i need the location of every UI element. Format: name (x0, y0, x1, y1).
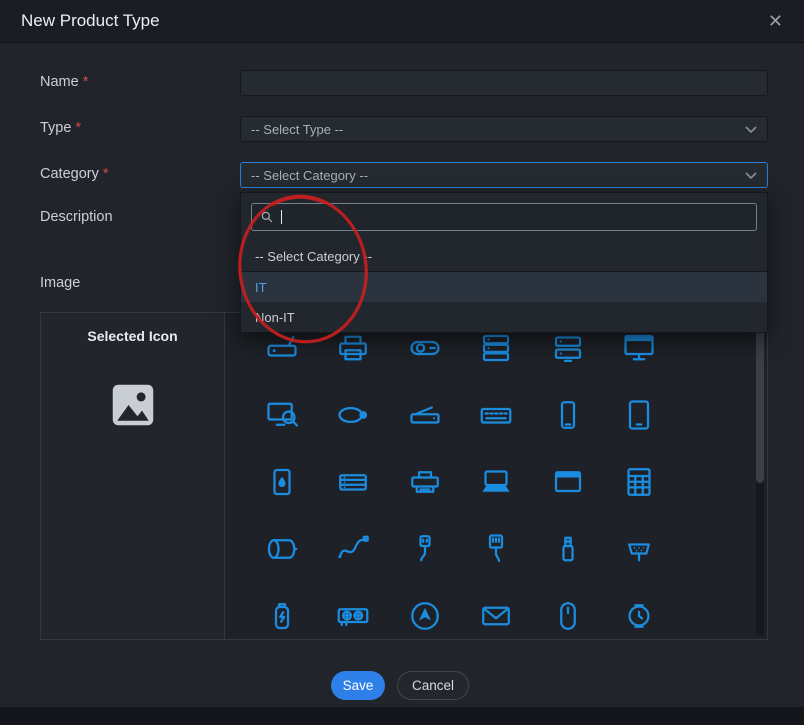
usb-drive-icon[interactable] (547, 528, 589, 570)
chevron-down-icon (745, 171, 757, 179)
cable-icon[interactable] (332, 528, 374, 570)
category-option-it[interactable]: IT (241, 272, 767, 302)
type-select-value: -- Select Type -- (251, 121, 344, 137)
power-bank-icon[interactable] (261, 595, 303, 637)
dialog-header: New Product Type ✕ (0, 0, 804, 43)
rack-server-icon[interactable] (332, 461, 374, 503)
description-field-label: Description (40, 209, 113, 225)
scanner-icon[interactable] (404, 394, 446, 436)
image-icon-picker: Selected Icon (40, 312, 768, 640)
type-select[interactable]: -- Select Type -- (240, 116, 768, 142)
graphics-card-icon[interactable] (332, 595, 374, 637)
required-marker: * (75, 120, 82, 136)
name-input[interactable] (240, 70, 768, 96)
required-marker: * (82, 74, 89, 90)
ethernet-cable-icon[interactable] (475, 528, 517, 570)
monitor-search-icon[interactable] (261, 394, 303, 436)
spreadsheet-icon[interactable] (618, 461, 660, 503)
paper-roll-icon[interactable] (261, 528, 303, 570)
selected-icon-heading: Selected Icon (87, 328, 178, 344)
category-field-label: Category * (40, 166, 109, 182)
scrollbar-thumb[interactable] (756, 318, 764, 483)
smartwatch-icon[interactable] (618, 595, 660, 637)
wireless-mouse-icon[interactable] (332, 394, 374, 436)
dot-matrix-printer-icon[interactable] (404, 461, 446, 503)
usb-cable-icon[interactable] (404, 528, 446, 570)
category-option-non-it[interactable]: Non-IT (241, 302, 767, 332)
image-field-label: Image (40, 275, 81, 291)
mouse-icon[interactable] (547, 595, 589, 637)
save-button[interactable]: Save (331, 671, 385, 700)
tablet-icon[interactable] (618, 394, 660, 436)
type-field-label: Type * (40, 120, 82, 136)
laptop-icon[interactable] (475, 461, 517, 503)
vga-connector-icon[interactable] (618, 528, 660, 570)
chevron-down-icon (745, 125, 757, 133)
search-icon (261, 211, 273, 223)
text-cursor (281, 210, 282, 224)
smartphone-icon[interactable] (547, 394, 589, 436)
name-field-label: Name * (40, 74, 89, 90)
new-product-type-dialog: New Product Type ✕ Name * Type * Category *… (0, 0, 804, 707)
dialog-title: New Product Type (21, 11, 160, 30)
browser-window-icon[interactable] (547, 461, 589, 503)
icon-grid-scrollbar[interactable] (756, 316, 764, 636)
category-dropdown-panel: -- Select Category -- IT Non-IT (240, 192, 768, 333)
image-placeholder-icon (106, 378, 160, 437)
envelope-icon[interactable] (475, 595, 517, 637)
icon-grid (225, 313, 767, 639)
category-select-value: -- Select Category -- (251, 167, 369, 183)
required-marker: * (102, 166, 109, 182)
trackball-icon[interactable] (404, 595, 446, 637)
selected-icon-pane: Selected Icon (41, 313, 225, 639)
category-option-select-category[interactable]: -- Select Category -- (241, 241, 767, 272)
cancel-button[interactable]: Cancel (397, 671, 469, 700)
tablet-droplet-icon[interactable] (261, 461, 303, 503)
close-icon[interactable]: ✕ (768, 12, 783, 30)
keyboard-icon[interactable] (475, 394, 517, 436)
category-select[interactable]: -- Select Category -- (240, 162, 768, 188)
category-search-input[interactable] (251, 203, 757, 231)
